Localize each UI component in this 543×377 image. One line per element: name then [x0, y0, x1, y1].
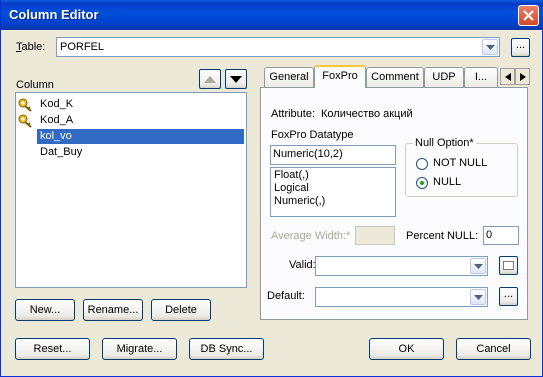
title-bar[interactable]: Column Editor: [1, 0, 543, 30]
list-item[interactable]: Logical: [274, 182, 309, 195]
arrow-down-icon: [230, 76, 242, 83]
column-name: Kod_A: [40, 114, 74, 126]
tab-label: FoxPro: [322, 70, 358, 82]
grid-icon: [503, 261, 514, 270]
average-width-label: Average Width:*: [271, 230, 351, 242]
percent-null-label: Percent NULL:: [406, 230, 479, 242]
tab-label: Comment: [371, 71, 419, 83]
arrow-up-icon: [204, 76, 216, 83]
cancel-label: Cancel: [476, 343, 511, 355]
datatype-option: Logical: [274, 182, 309, 194]
list-item[interactable]: Dat_Buy: [37, 145, 244, 160]
tab-scroll-left-button[interactable]: [500, 68, 515, 85]
table-value: PORFEL: [60, 41, 105, 53]
tab-foxpro[interactable]: FoxPro: [314, 65, 366, 88]
ok-button[interactable]: OK: [369, 338, 444, 360]
table-browse-label: ...: [515, 39, 526, 51]
percent-null-value: 0: [486, 229, 493, 241]
migrate-label: Migrate...: [116, 343, 163, 355]
table-dropdown-button[interactable]: [482, 39, 498, 55]
null-radio[interactable]: [416, 177, 428, 189]
chevron-down-icon: [486, 45, 495, 50]
attribute-label: Attribute:: [271, 108, 316, 120]
migrate-button[interactable]: Migrate...: [102, 338, 177, 360]
table-browse-button[interactable]: ...: [511, 38, 530, 57]
null-option-label: Null Option*: [413, 137, 476, 149]
valid-combobox[interactable]: [315, 256, 488, 276]
ok-label: OK: [398, 343, 415, 355]
not-null-radio[interactable]: [416, 158, 428, 170]
window-title: Column Editor: [9, 7, 99, 22]
key-icon: [18, 98, 32, 112]
close-icon: [523, 10, 534, 21]
percent-null-input[interactable]: 0: [483, 226, 519, 245]
default-combobox[interactable]: [315, 287, 488, 307]
reset-label: Reset...: [33, 343, 72, 355]
column-name: Kod_K: [40, 98, 74, 110]
key-icon: [18, 114, 32, 128]
list-item[interactable]: Numeric(,): [274, 195, 325, 208]
tab-udp[interactable]: UDP: [424, 67, 464, 87]
valid-label: Valid:: [289, 259, 316, 271]
chevron-down-icon: [474, 264, 483, 269]
delete-column-button[interactable]: Delete: [151, 299, 211, 321]
tab-general[interactable]: General: [264, 67, 314, 87]
close-button[interactable]: [518, 5, 539, 26]
table-label: Table:: [16, 41, 46, 53]
db-sync-label: DB Sync...: [200, 343, 253, 355]
tab-comment[interactable]: Comment: [366, 67, 424, 87]
db-sync-button[interactable]: DB Sync...: [189, 338, 264, 360]
default-dropdown-button[interactable]: [470, 289, 486, 305]
arrow-left-icon: [505, 73, 511, 81]
null-label: NULL: [433, 176, 462, 188]
list-item[interactable]: Kod_K: [18, 97, 244, 112]
arrow-right-icon: [520, 73, 526, 81]
datatype-value: Numeric(10,2): [273, 148, 343, 160]
table-combobox[interactable]: PORFEL: [56, 37, 500, 57]
move-up-button[interactable]: [199, 69, 221, 89]
tab-more[interactable]: I...: [464, 67, 498, 87]
new-column-button[interactable]: New...: [15, 299, 75, 321]
datatype-option: Numeric(,): [274, 195, 326, 207]
rename-column-button[interactable]: Rename...: [83, 299, 143, 321]
valid-dropdown-button[interactable]: [470, 258, 486, 274]
valid-editor-button[interactable]: [499, 256, 518, 275]
cancel-button[interactable]: Cancel: [456, 338, 531, 360]
datatype-option: Float(,): [274, 169, 309, 181]
reset-button[interactable]: Reset...: [15, 338, 90, 360]
chevron-down-icon: [474, 295, 483, 300]
tab-scroll-right-button[interactable]: [515, 68, 530, 85]
list-item-selected[interactable]: kol_vo: [37, 129, 244, 144]
column-editor-window: Column Editor Table: PORFEL ... Column K…: [0, 0, 543, 377]
datatype-input[interactable]: Numeric(10,2): [270, 145, 396, 165]
average-width-input[interactable]: [355, 226, 395, 245]
column-name: kol_vo: [40, 130, 72, 142]
new-column-label: New...: [29, 304, 61, 316]
datatype-label: FoxPro Datatype: [271, 129, 354, 141]
datatype-listbox[interactable]: Float(,) Logical Numeric(,): [270, 167, 396, 217]
column-listbox[interactable]: Kod_K Kod_A kol_vo Dat_Buy: [15, 92, 247, 288]
tab-label: I...: [474, 71, 488, 83]
move-down-button[interactable]: [225, 69, 247, 89]
tab-label: General: [269, 71, 309, 83]
list-item[interactable]: Kod_A: [18, 113, 244, 128]
not-null-label: NOT NULL: [433, 157, 488, 169]
delete-column-label: Delete: [165, 304, 197, 316]
tab-label: UDP: [432, 71, 456, 83]
default-label: Default:: [267, 290, 305, 302]
attribute-value: Количество акций: [321, 108, 413, 120]
list-item[interactable]: Float(,): [274, 169, 309, 182]
default-browse-button[interactable]: ...: [499, 287, 518, 306]
column-label: Column: [16, 79, 54, 91]
rename-column-label: Rename...: [87, 304, 139, 316]
default-browse-label: ...: [503, 288, 514, 300]
column-name: Dat_Buy: [40, 146, 83, 158]
